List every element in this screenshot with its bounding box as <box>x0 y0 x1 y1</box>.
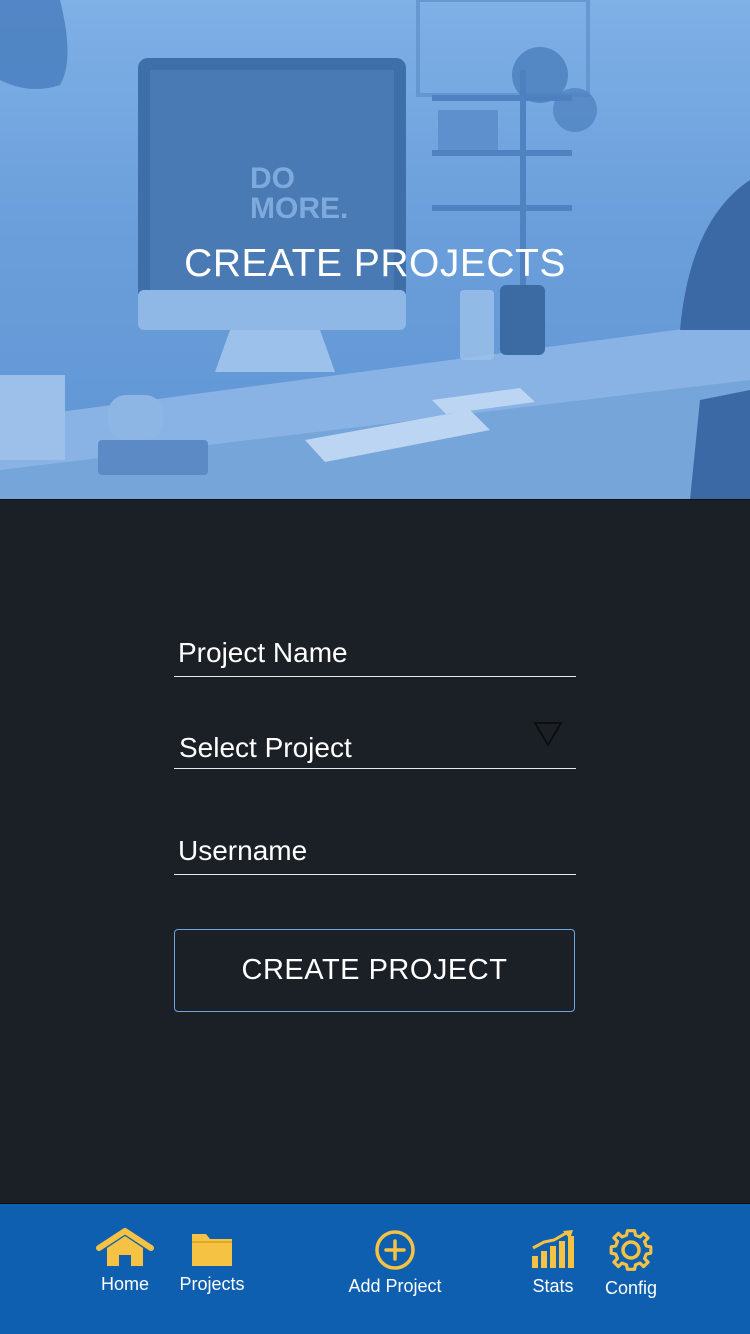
username-input[interactable] <box>174 828 576 874</box>
username-field[interactable] <box>174 828 576 875</box>
tab-home-label: Home <box>100 1274 149 1294</box>
create-projects-screen: DO MORE. CREATE PROJECTS Project Name Se… <box>0 0 750 1334</box>
create-project-button[interactable]: CREATE PROJECT <box>174 929 575 1012</box>
folder-icon <box>192 1234 232 1266</box>
monitor-text-more: MORE. <box>250 192 348 225</box>
select-project-label: Select Project <box>179 732 352 763</box>
tab-projects-label: Projects <box>179 1274 245 1294</box>
select-project-dropdown[interactable]: Select Project <box>174 722 576 769</box>
tab-add-project[interactable]: Add Project <box>340 1230 450 1297</box>
gear-icon <box>609 1229 653 1271</box>
hero-banner: DO MORE. CREATE PROJECTS <box>0 0 750 500</box>
tab-stats[interactable]: Stats <box>522 1230 584 1297</box>
bottom-tab-bar: Home Projects Add Project Stats Config <box>0 1203 750 1334</box>
tab-projects[interactable]: Projects <box>172 1230 252 1295</box>
tab-stats-label: Stats <box>532 1276 574 1296</box>
bar-chart-icon <box>532 1230 574 1268</box>
plus-circle-icon <box>375 1230 415 1270</box>
home-icon <box>96 1228 154 1266</box>
dropdown-triangle-icon[interactable] <box>532 720 564 748</box>
project-name-field[interactable] <box>174 630 576 677</box>
hero-title: CREATE PROJECTS <box>184 242 566 285</box>
monitor-text-do: DO <box>250 162 295 195</box>
tab-config-label: Config <box>604 1278 658 1298</box>
tab-home[interactable]: Home <box>94 1228 156 1295</box>
tab-config[interactable]: Config <box>598 1228 664 1299</box>
tab-add-project-label: Add Project <box>348 1276 442 1296</box>
project-name-input[interactable] <box>174 630 576 676</box>
